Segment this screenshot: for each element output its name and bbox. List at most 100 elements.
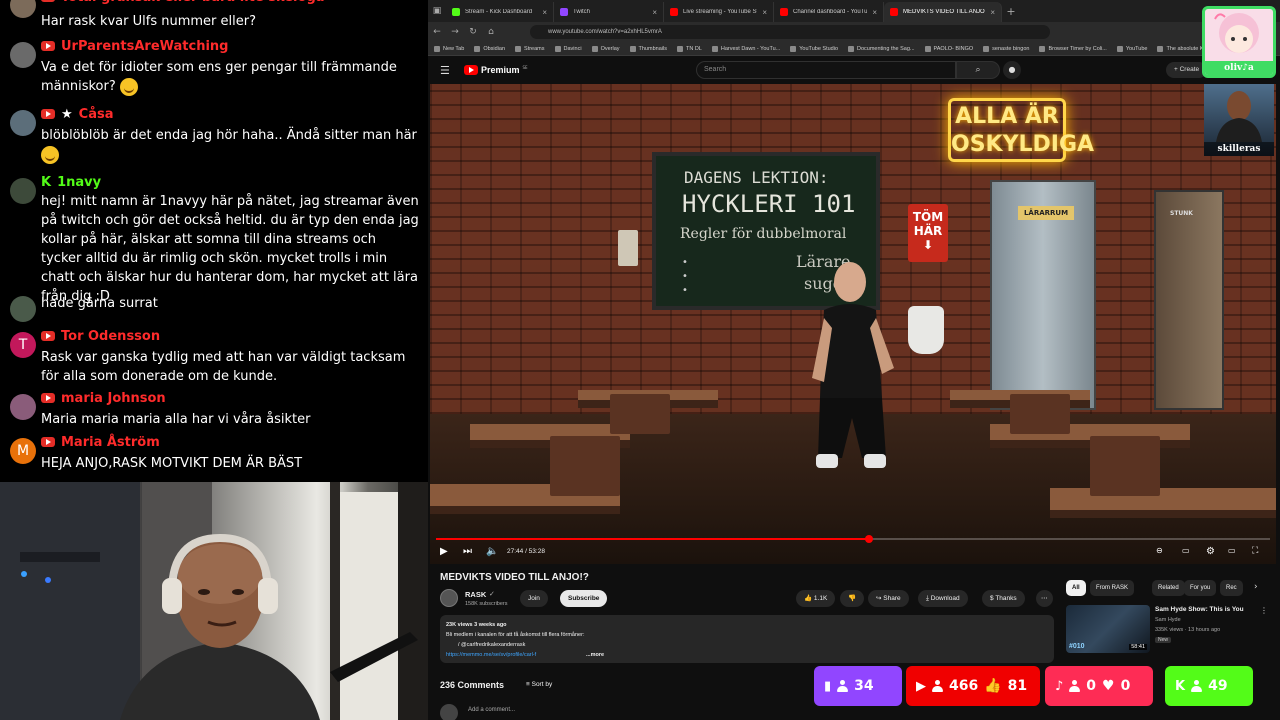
download-button[interactable]: ⤓ Download bbox=[918, 590, 968, 607]
youtube-icon: ▶ bbox=[916, 678, 926, 694]
tab-close-icon[interactable]: × bbox=[990, 8, 995, 17]
search-icon[interactable]: ⌕ bbox=[956, 61, 1000, 79]
description-link[interactable]: / @carlfredrikalexanderrask bbox=[458, 642, 525, 648]
url-field[interactable]: www.youtube.com/watch?v=a2xhHL5vmrA bbox=[530, 25, 1050, 39]
settings-gear-icon[interactable]: ⚙ bbox=[1206, 546, 1215, 557]
browser-tab[interactable]: Stream - Kick Dashboard × bbox=[446, 2, 554, 22]
bookmark-item[interactable]: Documenting the Sag... bbox=[848, 45, 915, 52]
filter-chip[interactable]: Rec bbox=[1220, 580, 1243, 596]
anime-avatar bbox=[1214, 13, 1259, 53]
chat-username[interactable]: maria Johnson bbox=[61, 391, 166, 406]
hamburger-menu-icon[interactable]: ☰ bbox=[440, 64, 450, 77]
bookmark-label: Davinci bbox=[563, 45, 582, 52]
bookmark-item[interactable]: YouTube Studio bbox=[790, 45, 839, 52]
fullscreen-icon[interactable]: ⛶ bbox=[1252, 546, 1258, 556]
microphone-icon[interactable]: ● bbox=[1003, 61, 1021, 79]
neon-sign: ALLA ÄR OSKYLDIGA bbox=[948, 98, 1094, 162]
filter-chip[interactable]: Related bbox=[1152, 580, 1185, 596]
recommended-channel[interactable]: Sam Hyde bbox=[1155, 617, 1181, 623]
chat-username[interactable]: 1navy bbox=[57, 175, 101, 190]
captions-icon[interactable]: ▭ bbox=[1182, 546, 1190, 555]
recommended-menu-icon[interactable]: ⋮ bbox=[1260, 606, 1268, 615]
description-box[interactable]: 23K views 3 weeks ago Bli medlem i kanal… bbox=[440, 615, 1054, 663]
bookmark-item[interactable]: Obsidian bbox=[474, 45, 505, 52]
back-icon[interactable]: ← bbox=[428, 27, 446, 37]
browser-tab[interactable]: Twitch × bbox=[554, 2, 664, 22]
search-input[interactable]: Search bbox=[696, 61, 956, 79]
chat-username[interactable]: Tor Odensson bbox=[61, 329, 160, 344]
down-arrow-icon: ⬇ bbox=[922, 238, 934, 252]
new-tab-button[interactable]: + bbox=[1002, 5, 1020, 18]
bookmark-label: YouTube Studio bbox=[799, 45, 839, 52]
viewer-count: 466 bbox=[949, 678, 979, 694]
chalkboard-line: Regler för dubbelmoral bbox=[680, 226, 847, 242]
browser-tab[interactable]: MEDVIKTS VIDEO TILL ANJO!? × bbox=[884, 2, 1002, 22]
bookmark-item[interactable]: Harvest Dawn - YouTu... bbox=[711, 45, 780, 52]
play-icon[interactable]: ▶ bbox=[440, 546, 448, 557]
dislike-button[interactable]: 👎 bbox=[840, 590, 865, 607]
bookmark-item[interactable]: Overlay bbox=[591, 45, 620, 52]
browser-tab[interactable]: Channel dashboard - YouTube Studio × bbox=[774, 2, 884, 22]
browser-tab[interactable]: Live streaming - YouTube Studio × bbox=[664, 2, 774, 22]
thumbs-up-icon: 👍 bbox=[984, 678, 1002, 694]
filter-chip[interactable]: From RASK bbox=[1090, 580, 1135, 596]
viewer-counter-tiktok: ♪ 0 ♥ 0 bbox=[1045, 666, 1153, 706]
chat-user-row: maria Johnson bbox=[41, 389, 166, 407]
bookmark-item[interactable]: Streams bbox=[515, 45, 545, 52]
viewer-person-icon bbox=[837, 680, 849, 692]
filter-chip[interactable]: For you bbox=[1184, 580, 1217, 596]
autoplay-toggle-icon[interactable]: ⊖ bbox=[1156, 546, 1163, 555]
channel-name[interactable]: RASK bbox=[465, 590, 486, 599]
more-actions-icon[interactable]: ⋯ bbox=[1036, 590, 1053, 607]
volume-icon[interactable]: 🔈 bbox=[486, 546, 498, 557]
sort-comments-button[interactable]: ≡ Sort by bbox=[526, 681, 552, 688]
bookmark-item[interactable]: Browser Timer by Coli... bbox=[1039, 45, 1107, 52]
tab-search-icon[interactable]: ▣ bbox=[428, 6, 446, 16]
recommended-title[interactable]: Sam Hyde Show: This is You bbox=[1155, 606, 1244, 613]
bookmark-folder-icon bbox=[924, 45, 931, 52]
subscribe-button[interactable]: Subscribe bbox=[560, 590, 608, 607]
video-player[interactable]: DAGENS LEKTION: HYCKLERI 101 Regler för … bbox=[430, 84, 1276, 564]
join-button[interactable]: Join bbox=[520, 590, 548, 607]
bookmark-folder-icon bbox=[711, 45, 718, 52]
chat-avatar bbox=[10, 296, 36, 322]
next-icon[interactable]: ⏭ bbox=[463, 546, 472, 557]
youtube-play-icon bbox=[464, 65, 478, 75]
bookmark-item[interactable]: YouTube bbox=[1116, 45, 1147, 52]
channel-avatar[interactable] bbox=[440, 589, 458, 607]
chat-username[interactable]: Cåsa bbox=[79, 107, 114, 122]
theater-mode-icon[interactable]: ▭ bbox=[1228, 546, 1236, 555]
bookmark-item[interactable]: Thumbnails bbox=[629, 45, 667, 52]
filter-chip[interactable]: All bbox=[1066, 580, 1086, 596]
bookmark-item[interactable]: TN DL bbox=[676, 45, 702, 52]
like-button[interactable]: 👍 1.1K bbox=[796, 590, 836, 607]
reload-icon[interactable]: ↻ bbox=[464, 27, 482, 37]
home-icon[interactable]: ⌂ bbox=[482, 27, 500, 37]
tab-close-icon[interactable]: × bbox=[542, 8, 547, 17]
chat-username[interactable]: Maria Åström bbox=[61, 435, 160, 450]
progress-bar[interactable] bbox=[436, 535, 1270, 543]
tab-close-icon[interactable]: × bbox=[652, 8, 657, 17]
tab-close-icon[interactable]: × bbox=[872, 8, 877, 17]
bookmark-item[interactable]: senaste bingon bbox=[983, 45, 1029, 52]
add-comment-input[interactable]: Add a comment... bbox=[468, 707, 515, 713]
bookmark-item[interactable]: Davinci bbox=[554, 45, 582, 52]
description-link[interactable]: https://memmo.me/se/sv/profile/carl-f bbox=[446, 652, 536, 658]
tab-favicon-icon bbox=[670, 8, 678, 16]
tab-close-icon[interactable]: × bbox=[762, 8, 767, 17]
create-button[interactable]: + Create bbox=[1166, 62, 1208, 78]
chat-username[interactable]: Total gränsak eller bara lite skeloga bbox=[61, 0, 325, 5]
thanks-button[interactable]: $ Thanks bbox=[982, 590, 1025, 607]
recommended-thumbnail[interactable]: #010 58:41 bbox=[1066, 605, 1150, 653]
show-more-link[interactable]: ...more bbox=[586, 652, 604, 658]
progress-scrubber[interactable] bbox=[864, 535, 873, 543]
chat-username[interactable]: UrParentsAreWatching bbox=[61, 39, 228, 54]
bookmark-item[interactable]: New Tab bbox=[434, 45, 464, 52]
like-count: 1.1K bbox=[813, 595, 828, 602]
bookmark-item[interactable]: PAOLO- BINGO bbox=[924, 45, 973, 52]
share-button[interactable]: ↪ Share bbox=[868, 590, 909, 607]
forward-icon[interactable]: → bbox=[446, 27, 464, 37]
youtube-premium-logo[interactable]: Premium SE bbox=[464, 65, 528, 75]
youtube-icon bbox=[41, 437, 55, 447]
chips-next-icon[interactable]: › bbox=[1254, 582, 1258, 592]
